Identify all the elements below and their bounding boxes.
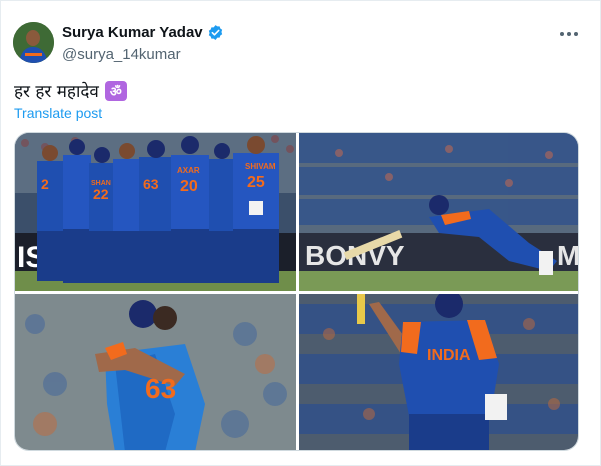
jersey-name: SHIVAM: [245, 162, 276, 171]
translate-post-link[interactable]: Translate post: [14, 105, 102, 121]
jersey-number: 20: [180, 178, 198, 195]
post-text-row: हर हर महादेव ॐ: [14, 79, 127, 102]
jersey-number: 25: [247, 174, 265, 191]
photo-batter-diving[interactable]: BONVY M: [299, 133, 579, 291]
media-grid: ISI AXAR 20 SHIVAM 25 63 SHAN 22 2 M 63 …: [14, 132, 579, 451]
jersey-name: AXAR: [177, 166, 200, 175]
post-text: हर हर महादेव: [14, 82, 99, 102]
jersey-number: 22: [93, 186, 109, 202]
post-card: Surya Kumar Yadav @surya_14kumar हर हर म…: [0, 0, 601, 466]
more-options-icon[interactable]: [558, 23, 580, 45]
om-emoji: ॐ: [104, 80, 127, 101]
photo-batter-celebrating[interactable]: INDIA: [299, 294, 578, 450]
jersey-number: 63: [145, 373, 176, 404]
verified-badge-icon: [207, 24, 224, 41]
jersey-number: 2: [41, 176, 49, 192]
user-block: Surya Kumar Yadav @surya_14kumar: [62, 23, 224, 63]
display-name[interactable]: Surya Kumar Yadav: [62, 24, 203, 41]
avatar[interactable]: [13, 22, 54, 63]
board-text-end: M: [557, 240, 579, 271]
dot: [574, 32, 578, 36]
dot: [567, 32, 571, 36]
dot: [560, 32, 564, 36]
photo-players-embrace[interactable]: 63: [15, 294, 296, 450]
photo-team-huddle[interactable]: ISI AXAR 20 SHIVAM 25 63 SHAN 22 2: [15, 133, 296, 291]
handle[interactable]: @surya_14kumar: [62, 46, 224, 63]
display-name-row: Surya Kumar Yadav: [62, 23, 224, 42]
jersey-number: 63: [143, 176, 159, 192]
jersey-text: INDIA: [427, 347, 471, 364]
